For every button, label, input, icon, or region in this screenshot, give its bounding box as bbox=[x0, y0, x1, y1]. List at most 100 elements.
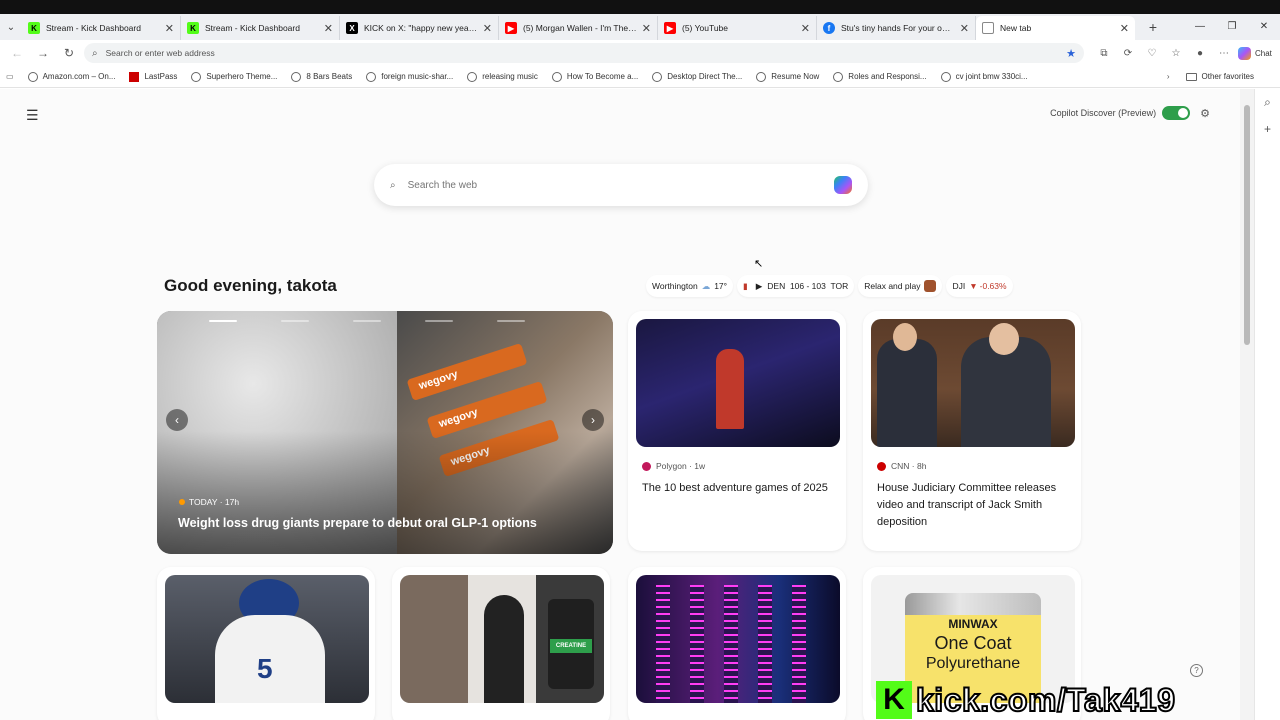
bookmark-label: foreign music-shar... bbox=[381, 72, 454, 81]
tab-actions-menu[interactable]: ⌄ bbox=[0, 14, 22, 40]
carousel-dot[interactable] bbox=[425, 320, 453, 322]
tab-kick-dashboard-1[interactable]: K Stream - Kick Dashboard ✕ bbox=[22, 16, 181, 40]
copilot-discover-label: Copilot Discover (Preview) bbox=[1050, 108, 1157, 118]
tab-kick-dashboard-2[interactable]: K Stream - Kick Dashboard ✕ bbox=[181, 16, 340, 40]
carousel-dot[interactable] bbox=[209, 320, 237, 322]
close-icon[interactable]: ✕ bbox=[324, 22, 333, 35]
bookmark-label: Superhero Theme... bbox=[206, 72, 278, 81]
more-menu-icon[interactable]: ⋯ bbox=[1212, 48, 1236, 59]
add-icon[interactable]: + bbox=[1255, 122, 1280, 136]
bookmark-releasing-music[interactable]: releasing music bbox=[467, 71, 538, 82]
search-input[interactable] bbox=[407, 179, 834, 191]
globe-icon bbox=[940, 71, 951, 82]
rack-shape bbox=[656, 585, 670, 703]
bookmark-resume-now[interactable]: Resume Now bbox=[756, 71, 819, 82]
product-line-2: Polyurethane bbox=[925, 655, 1021, 672]
sync-icon[interactable]: ⟳ bbox=[1116, 48, 1140, 59]
bookmark-desktop-direct[interactable]: Desktop Direct The... bbox=[652, 71, 742, 82]
close-icon[interactable]: ✕ bbox=[1120, 22, 1129, 35]
chevron-right-icon[interactable]: › bbox=[1167, 72, 1170, 81]
game-chip[interactable]: Relax and play bbox=[858, 275, 943, 297]
favorite-star-icon[interactable]: ★ bbox=[1066, 47, 1076, 60]
carousel-next-button[interactable]: › bbox=[582, 409, 604, 431]
carousel-dot[interactable] bbox=[353, 320, 381, 322]
bookmark-label: cv joint bmw 330ci... bbox=[955, 72, 1028, 81]
extensions-icon[interactable]: ⧉ bbox=[1092, 48, 1116, 59]
copilot-discover-toggle[interactable] bbox=[1162, 106, 1191, 120]
page-scrollbar[interactable] bbox=[1240, 89, 1254, 720]
globe-icon bbox=[27, 71, 38, 82]
chat-button[interactable]: Chat bbox=[1238, 46, 1272, 60]
address-bar[interactable]: ⌕ Search or enter web address ★ bbox=[84, 43, 1084, 63]
hamburger-menu-icon[interactable]: ☰ bbox=[26, 107, 39, 124]
forward-button[interactable]: → bbox=[30, 46, 56, 60]
tab-title: KICK on X: "happy new year https: bbox=[364, 23, 479, 33]
tab-morgan-wallen[interactable]: ▶ (5) Morgan Wallen - I'm The Probl ✕ bbox=[499, 16, 658, 40]
bookmark-how-to[interactable]: How To Become a... bbox=[551, 71, 638, 82]
close-icon[interactable]: ✕ bbox=[801, 22, 810, 35]
browser-essentials-icon[interactable]: ♡ bbox=[1140, 48, 1164, 59]
bookmark-cv-joint[interactable]: cv joint bmw 330ci... bbox=[940, 71, 1028, 82]
profile-icon[interactable]: ● bbox=[1188, 48, 1212, 59]
gear-icon[interactable]: ⚙ bbox=[1200, 107, 1210, 120]
tab-kick-on-x[interactable]: X KICK on X: "happy new year https: ✕ bbox=[340, 16, 499, 40]
card-source: CNN · 8h bbox=[877, 461, 926, 471]
bookmark-roles[interactable]: Roles and Responsi... bbox=[833, 71, 927, 82]
minimize-button[interactable]: — bbox=[1184, 14, 1216, 40]
hero-source: TODAY · 17h bbox=[179, 497, 239, 507]
carousel-indicators bbox=[209, 320, 569, 322]
new-tab-button[interactable]: + bbox=[1141, 19, 1165, 35]
news-card-servers[interactable] bbox=[628, 567, 846, 720]
tab-facebook[interactable]: f Stu's tiny hands For your own sor ✕ bbox=[817, 16, 976, 40]
refresh-button[interactable]: ↻ bbox=[56, 46, 82, 60]
close-icon[interactable]: ✕ bbox=[165, 22, 174, 35]
close-icon[interactable]: ✕ bbox=[960, 22, 969, 35]
weather-city: Worthington bbox=[652, 281, 698, 291]
tab-new-tab[interactable]: New tab ✕ bbox=[976, 16, 1135, 40]
person-shape bbox=[484, 595, 524, 703]
scrollbar-thumb[interactable] bbox=[1244, 105, 1250, 345]
hero-story-card[interactable]: wegovy wegovy wegovy ‹ › TODAY · 17h Wei… bbox=[157, 311, 613, 554]
bookmark-8-bars[interactable]: 8 Bars Beats bbox=[291, 71, 352, 82]
card-image bbox=[636, 575, 840, 703]
bookmark-foreign-music[interactable]: foreign music-shar... bbox=[366, 71, 454, 82]
face-shape bbox=[989, 323, 1019, 355]
news-card-colts[interactable]: 5 bbox=[157, 567, 375, 720]
close-icon[interactable]: ✕ bbox=[483, 22, 492, 35]
tab-youtube[interactable]: ▶ (5) YouTube ✕ bbox=[658, 16, 817, 40]
market-chip[interactable]: DJI ▼ -0.63% bbox=[946, 275, 1013, 297]
bookmark-amazon[interactable]: Amazon.com – On... bbox=[27, 71, 115, 82]
bookmark-superhero[interactable]: Superhero Theme... bbox=[191, 71, 278, 82]
rack-shape bbox=[724, 585, 738, 703]
score-chip[interactable]: ▮ ▶ DEN 106 - 103 TOR bbox=[737, 275, 855, 297]
close-icon[interactable]: ✕ bbox=[642, 22, 651, 35]
close-window-button[interactable]: ✕ bbox=[1248, 14, 1280, 40]
market-change: -0.63% bbox=[979, 281, 1007, 291]
back-button[interactable]: ← bbox=[4, 46, 30, 60]
help-icon[interactable]: ? bbox=[1190, 664, 1203, 677]
folder-icon bbox=[1185, 72, 1197, 81]
polygon-logo-icon bbox=[642, 461, 651, 471]
news-card-polygon[interactable]: Polygon · 1w The 10 best adventure games… bbox=[628, 311, 846, 551]
news-card-creatine[interactable]: CREATINE bbox=[392, 567, 610, 720]
web-search-box[interactable]: ⌕ bbox=[374, 164, 868, 206]
maximize-button[interactable]: ❐ bbox=[1216, 14, 1248, 40]
cloud-icon: ☁ bbox=[701, 280, 711, 291]
search-icon: ⌕ bbox=[92, 47, 98, 59]
copilot-icon[interactable] bbox=[834, 176, 852, 194]
weather-chip[interactable]: Worthington ☁ 17° bbox=[646, 275, 734, 297]
search-icon[interactable]: ⌕ bbox=[1255, 95, 1280, 110]
news-card-cnn[interactable]: CNN · 8h House Judiciary Committee relea… bbox=[863, 311, 1081, 551]
kick-icon: K bbox=[187, 22, 199, 34]
card-source-text: CNN · 8h bbox=[891, 461, 927, 471]
card-title: House Judiciary Committee releases video… bbox=[877, 482, 1057, 528]
globe-icon bbox=[291, 71, 302, 82]
search-icon: ⌕ bbox=[390, 179, 396, 191]
favorites-icon[interactable]: ☆ bbox=[1164, 48, 1188, 59]
tab-actions-icon[interactable]: ▭ bbox=[6, 72, 14, 81]
carousel-dot[interactable] bbox=[497, 320, 525, 322]
carousel-prev-button[interactable]: ‹ bbox=[166, 409, 188, 431]
other-favorites[interactable]: Other favorites bbox=[1185, 72, 1254, 81]
bookmark-lastpass[interactable]: LastPass bbox=[129, 71, 177, 82]
carousel-dot[interactable] bbox=[281, 320, 309, 322]
